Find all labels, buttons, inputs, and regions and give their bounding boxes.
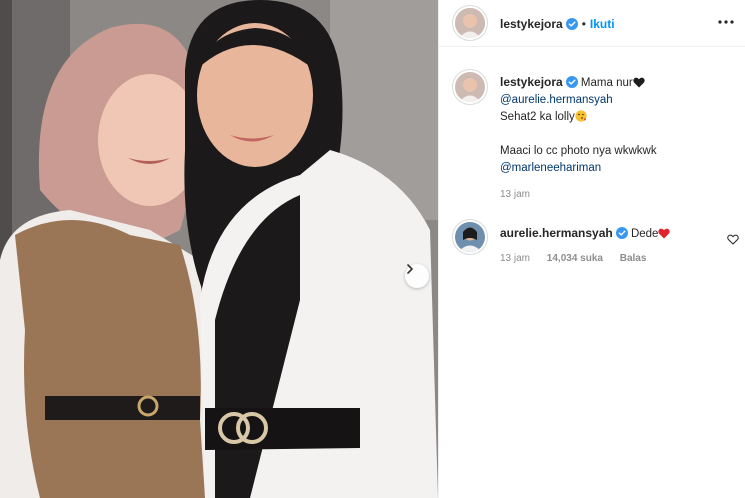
avatar-image xyxy=(455,8,485,38)
comment-like-count[interactable]: 14,034 suka xyxy=(547,253,603,264)
more-options-button[interactable] xyxy=(716,14,736,30)
caption-avatar[interactable] xyxy=(455,72,485,102)
comment-text: Dede xyxy=(630,228,659,240)
heart-outline-icon xyxy=(727,234,739,245)
comment-avatar[interactable] xyxy=(455,222,485,252)
post-username[interactable]: lestykejora xyxy=(500,17,563,31)
caption-line-3: Sehat2 ka lolly xyxy=(500,109,735,126)
caption-text-4: Maaci lo cc photo nya wkwkwk xyxy=(500,145,657,157)
avatar[interactable] xyxy=(455,8,485,38)
reply-button[interactable]: Balas xyxy=(620,253,647,264)
comment-username[interactable]: aurelie.hermansyah xyxy=(500,226,613,240)
comment-like-button[interactable] xyxy=(727,232,741,246)
follow-button[interactable]: Ikuti xyxy=(590,17,615,31)
post-header: lestykejora • Ikuti xyxy=(439,0,745,47)
comment-avatar-image xyxy=(455,222,485,252)
header-user-line: lestykejora • Ikuti xyxy=(500,15,615,33)
comment-meta: 13 jam 14,034 suka Balas xyxy=(500,253,720,264)
face-blowing-kiss-icon xyxy=(575,110,587,122)
caption-timestamp[interactable]: 13 jam xyxy=(500,189,735,200)
next-photo-button[interactable] xyxy=(405,264,429,288)
separator-dot: • xyxy=(581,17,586,31)
caption-body: lestykejora Mama nur @aurelie.hermansyah… xyxy=(500,74,735,200)
caption-line-1: lestykejora Mama nur xyxy=(500,74,735,92)
caption-avatar-image xyxy=(455,72,485,102)
red-heart-icon xyxy=(658,228,671,239)
verified-badge-icon xyxy=(615,227,628,239)
caption-username[interactable]: lestykejora xyxy=(500,75,563,89)
mention-marlene-link[interactable]: @marleneehariman xyxy=(500,162,601,174)
caption-text-1: Mama nur xyxy=(580,77,633,89)
black-heart-icon xyxy=(633,77,645,88)
verified-badge-icon xyxy=(565,76,578,88)
comment-line: aurelie.hermansyah Dede xyxy=(500,225,720,243)
chevron-right-icon xyxy=(407,264,413,274)
caption-line-4: Maaci lo cc photo nya wkwkwk xyxy=(500,143,735,160)
comment-timestamp[interactable]: 13 jam xyxy=(500,253,530,264)
mention-aurelie-link[interactable]: @aurelie.hermansyah xyxy=(500,94,613,106)
caption-line-2: @aurelie.hermansyah xyxy=(500,92,735,109)
post-photo xyxy=(0,0,438,498)
caption-line-5: @marleneehariman xyxy=(500,160,735,177)
caption-text-3: Sehat2 ka lolly xyxy=(500,111,575,123)
post-side-panel: lestykejora • Ikuti lestykejora Mama nur @… xyxy=(438,0,745,498)
verified-badge-icon xyxy=(565,18,578,30)
photo-image xyxy=(0,0,438,498)
comment-body: aurelie.hermansyah Dede 13 jam 14,034 su… xyxy=(500,225,720,264)
more-options-icon xyxy=(718,20,734,24)
